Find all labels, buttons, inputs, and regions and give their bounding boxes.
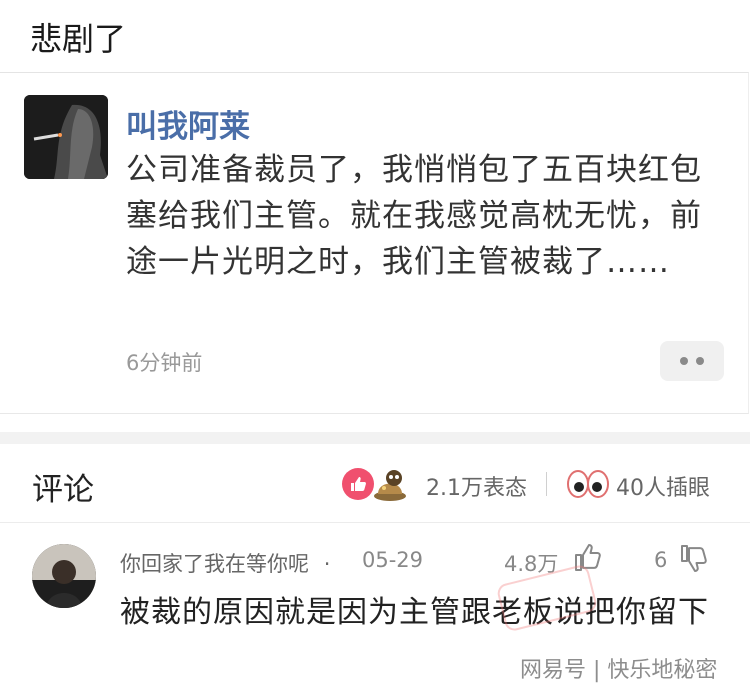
source-watermark: 网易号 | 快乐地秘密 (520, 658, 718, 683)
post-timestamp: 6分钟前 (126, 351, 203, 375)
post-card[interactable]: 叫我阿莱 公司准备裁员了，我悄悄包了五百块红包塞给我们主管。就在我感觉高枕无忧，… (0, 72, 749, 414)
eyes-icon[interactable] (566, 468, 610, 500)
reaction-count[interactable]: 2.1万表态 (426, 470, 527, 502)
commenter-avatar[interactable] (32, 544, 96, 608)
more-dots-icon (696, 357, 704, 365)
eyes-count[interactable]: 40人插眼 (616, 470, 710, 502)
reaction-icons[interactable] (342, 468, 412, 502)
post-author-avatar[interactable] (24, 95, 108, 179)
cake-reaction-icon[interactable] (372, 468, 408, 502)
section-divider (0, 432, 750, 444)
commenter-name-text[interactable]: 你回家了我在等你呢 (120, 552, 309, 576)
thumbs-up-reaction-icon[interactable] (342, 468, 374, 500)
more-dots-icon (680, 357, 688, 365)
dislike-count[interactable]: 6 (654, 548, 667, 572)
post-text: 公司准备裁员了，我悄悄包了五百块红包塞给我们主管。就在我感觉高枕无忧，前途一片光… (126, 152, 702, 280)
commenter-name[interactable]: 你回家了我在等你呢 · (120, 548, 330, 578)
comment-date: 05-29 (362, 548, 424, 572)
post-author-name[interactable]: 叫我阿莱 (126, 101, 250, 146)
page-title: 悲剧了 (30, 20, 127, 58)
meta-separator: · (323, 552, 331, 576)
comments-title: 评论 (32, 472, 94, 508)
thumb-down-icon[interactable] (678, 542, 710, 576)
comment-text: 被裁的原因就是因为主管跟老板说把你留下 (120, 595, 709, 630)
comments-header: 评论 2.1万表态 40人插眼 (0, 444, 750, 523)
header-divider (546, 472, 547, 496)
more-options-button[interactable] (660, 341, 724, 381)
